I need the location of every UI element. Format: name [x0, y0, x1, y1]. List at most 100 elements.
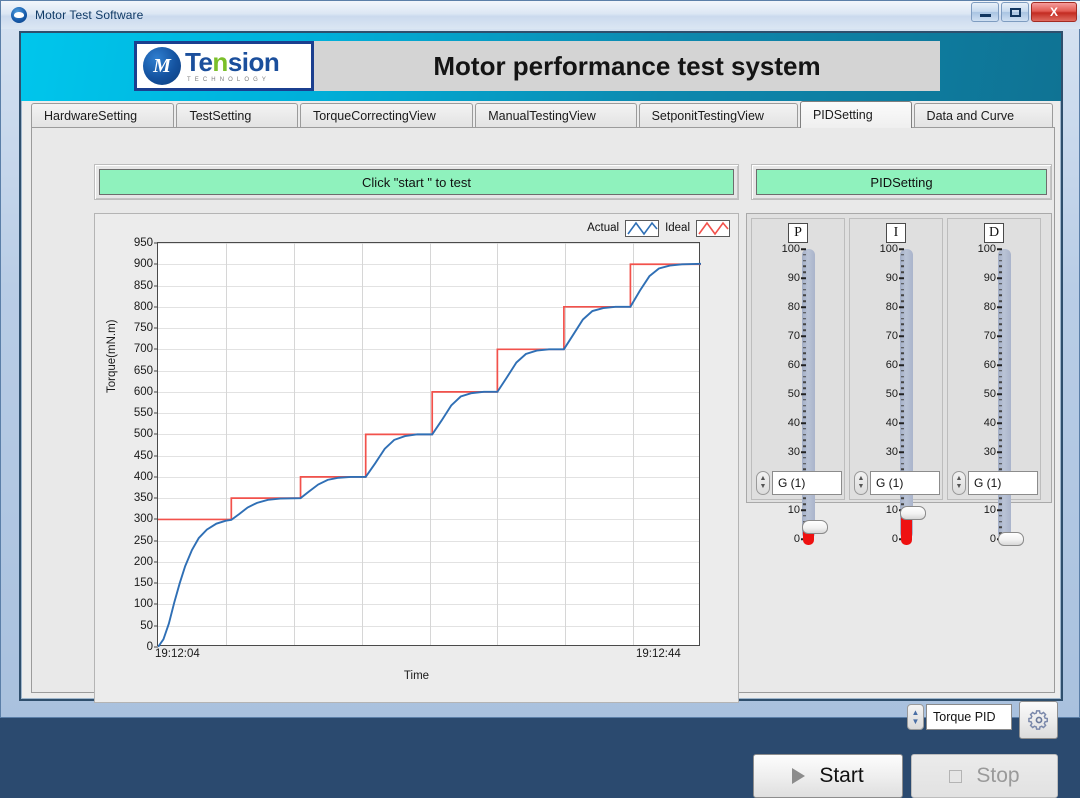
slider-thumb[interactable]	[998, 532, 1024, 546]
tab-torquecorrectingview[interactable]: TorqueCorrectingView	[299, 103, 474, 128]
slider-tick-label: 0	[989, 533, 996, 545]
slider-readout-value[interactable]: G (1)	[870, 471, 940, 495]
slider-spinner[interactable]: ▲ ▼	[854, 471, 868, 495]
slider-tick-minor	[999, 370, 1002, 372]
slider-readout-value[interactable]: G (1)	[968, 471, 1038, 495]
slider-tick-minor	[803, 352, 806, 355]
pid-profile-selector[interactable]: ▲ ▼ Torque PID	[907, 704, 1012, 730]
slider-tick-minor	[999, 462, 1002, 465]
maximize-button[interactable]	[1001, 2, 1029, 22]
slider-tick-label: 30	[885, 446, 898, 458]
y-tick-label: 550	[134, 407, 158, 419]
slider-tick-label: 60	[983, 359, 996, 371]
slider-scale: 0102030405060708090100	[766, 243, 806, 545]
slider-tick-minor	[901, 312, 904, 314]
tab-manualtestingview[interactable]: ManualTestingView	[475, 103, 637, 128]
slider-tick-minor	[999, 497, 1002, 500]
y-tick-label: 450	[134, 450, 158, 462]
slider-tick-minor	[901, 381, 904, 384]
slider-tick-label: 100	[781, 243, 800, 255]
slider-thumb[interactable]	[900, 505, 926, 520]
slider-tick-minor	[901, 323, 904, 326]
tab-data-and-curve[interactable]: Data and Curve	[913, 103, 1053, 128]
slider-tick-label: 100	[977, 243, 996, 255]
slider-tick-minor	[803, 399, 806, 401]
tab-label: TorqueCorrectingView	[312, 109, 436, 123]
y-tick-label: 850	[134, 280, 158, 292]
minimize-button[interactable]	[971, 2, 999, 22]
pid-slider-i[interactable]: I0102030405060708090100▲▼G (1)	[849, 218, 943, 545]
slider-tick-minor	[999, 526, 1002, 529]
page-title: Motor performance test system	[433, 50, 821, 81]
slider-readout-value[interactable]: G (1)	[772, 471, 842, 495]
pid-sliders-panel: P0102030405060708090100▲▼G (1)I010203040…	[746, 213, 1052, 546]
legend-label-ideal: Ideal	[665, 222, 690, 234]
slider-tick-minor	[901, 439, 904, 442]
slider-tick-minor	[999, 416, 1002, 418]
slider-tick-minor	[901, 271, 904, 273]
stop-button[interactable]: Stop	[911, 754, 1058, 798]
x-axis-tick-start: 19:12:04	[155, 648, 200, 660]
slider-tick-minor	[901, 370, 904, 372]
slider-tick-minor	[803, 288, 806, 291]
slider-tick-label: 90	[885, 272, 898, 284]
tab-pidsetting[interactable]: PIDSetting	[799, 101, 912, 128]
slider-tick-minor	[901, 387, 904, 389]
tab-label: ManualTestingView	[488, 109, 596, 123]
tab-testsetting[interactable]: TestSetting	[176, 103, 298, 128]
slider-tick-label: 0	[793, 533, 800, 545]
slider-tick-minor	[901, 265, 904, 268]
start-button[interactable]: Start	[753, 754, 903, 798]
chart-legend: Actual Ideal	[587, 218, 730, 238]
slider-scale: 0102030405060708090100	[962, 243, 1002, 545]
chart-series	[158, 262, 701, 647]
slider-tick-minor	[803, 462, 806, 465]
slider-tick-minor	[999, 428, 1002, 430]
slider-tick-minor	[999, 254, 1002, 256]
slider-tick-label: 10	[983, 504, 996, 516]
pid-profile-spinner[interactable]: ▲ ▼	[907, 704, 924, 730]
slider-tick-minor	[999, 520, 1002, 523]
slider-tick-label: 40	[983, 417, 996, 429]
pid-slider-d[interactable]: D0102030405060708090100▲▼G (1)	[947, 218, 1041, 546]
y-tick-label: 100	[134, 598, 158, 610]
slider-tick-minor	[999, 515, 1002, 517]
slider-tick-minor	[803, 317, 806, 320]
slider-tick-minor	[999, 381, 1002, 384]
slider-tick-minor	[803, 381, 806, 384]
slider-tick-minor	[901, 317, 904, 320]
slider-tick-minor	[803, 468, 806, 471]
stop-button-label: Stop	[976, 764, 1020, 787]
minimize-icon	[979, 13, 991, 17]
slider-tick-minor	[901, 300, 904, 302]
header-title-box: Motor performance test system	[314, 41, 940, 91]
ideal-series-line	[158, 263, 701, 521]
close-button[interactable]: X	[1031, 2, 1077, 22]
slider-tick-minor	[999, 404, 1002, 407]
slider-thumb[interactable]	[802, 520, 828, 535]
pid-profile-value[interactable]: Torque PID	[926, 704, 1012, 730]
slider-tick-minor	[999, 410, 1002, 413]
slider-tick-minor	[901, 341, 904, 343]
actual-series-line	[158, 262, 701, 647]
slider-spinner[interactable]: ▲ ▼	[952, 471, 966, 495]
slider-tick-minor	[901, 288, 904, 291]
tab-hardwaresetting[interactable]: HardwareSetting	[31, 103, 175, 128]
slider-tick-label: 80	[885, 301, 898, 313]
pid-slider-p[interactable]: P0102030405060708090100▲▼G (1)	[751, 218, 845, 545]
slider-tick-minor	[999, 323, 1002, 326]
slider-tick-minor	[999, 352, 1002, 355]
slider-spinner[interactable]: ▲ ▼	[756, 471, 770, 495]
slider-tick-label: 10	[885, 504, 898, 516]
slider-tick-minor	[999, 387, 1002, 389]
tab-setponittestingview[interactable]: SetponitTestingView	[638, 103, 798, 128]
legend-swatch-actual	[625, 219, 660, 237]
logo-mark-icon	[143, 47, 181, 85]
y-tick-label: 300	[134, 513, 158, 525]
os-window: Motor Test Software X Tension TECHNOLOGY…	[0, 0, 1080, 798]
play-triangle-icon	[792, 768, 806, 784]
slider-tick-minor	[999, 271, 1002, 273]
slider-tick-minor	[803, 439, 806, 442]
settings-gear-button[interactable]	[1019, 701, 1058, 739]
logo-sub-text: TECHNOLOGY	[187, 77, 271, 83]
